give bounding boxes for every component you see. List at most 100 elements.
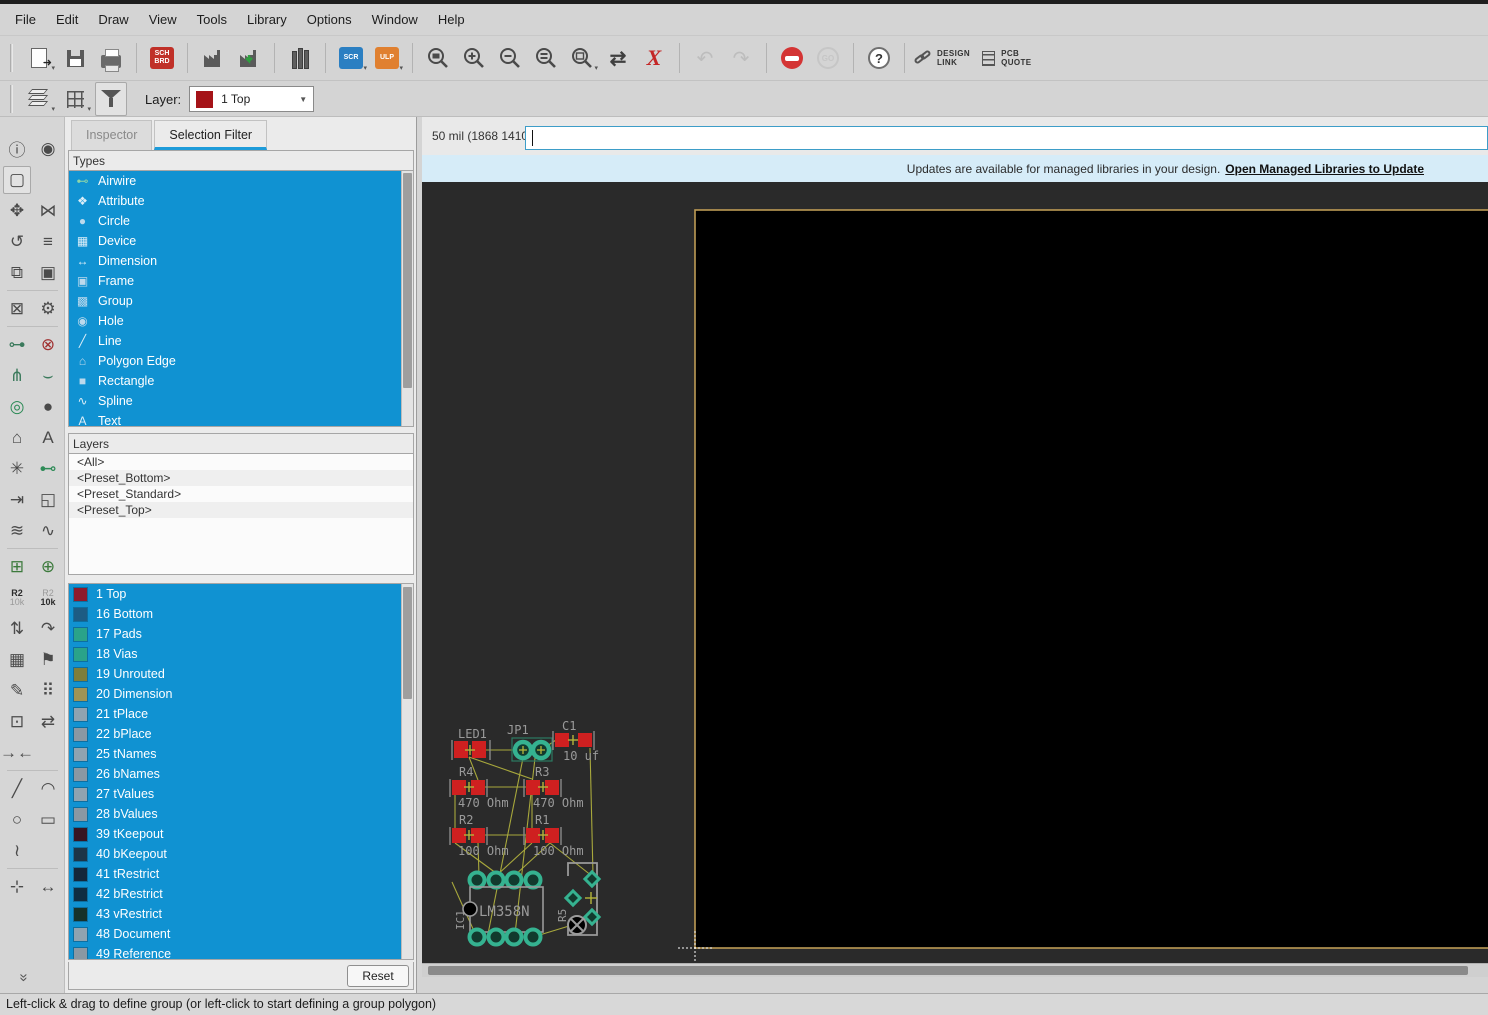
layer-swatch-tkeepout[interactable]	[73, 827, 88, 842]
save-button[interactable]	[59, 41, 91, 75]
type-row-dimension[interactable]: ↔Dimension	[69, 251, 413, 271]
measure-icon[interactable]: ↔	[34, 873, 62, 901]
eye-icon[interactable]: ◉	[34, 135, 62, 163]
layer-row-tkeepout[interactable]: 39 tKeepout	[69, 824, 413, 844]
optimize-icon[interactable]: →←	[3, 739, 31, 767]
tab-selection-filter[interactable]: Selection Filter	[154, 120, 267, 150]
component-r1[interactable]: R1 100 Ohm	[524, 813, 584, 858]
redraw-button[interactable]: ⇄	[602, 41, 634, 75]
layer-swatch-dimension[interactable]	[73, 687, 88, 702]
stop-button[interactable]	[776, 41, 808, 75]
polygon-icon[interactable]: ⌂	[3, 424, 31, 452]
canvas-horizontal-scrollbar[interactable]	[422, 963, 1488, 977]
type-row-frame[interactable]: ▣Frame	[69, 271, 413, 291]
pad-icon[interactable]: ●	[34, 393, 62, 421]
layer-swatch-document[interactable]	[73, 927, 88, 942]
layer-row-vias[interactable]: 18 Vias	[69, 644, 413, 664]
name-tool[interactable]: R210k	[3, 584, 31, 612]
layer-row-bkeepout[interactable]: 40 bKeepout	[69, 844, 413, 864]
zoom-out-button[interactable]	[494, 41, 526, 75]
layer-row-tplace[interactable]: 21 tPlace	[69, 704, 413, 724]
arc-icon[interactable]: ◠	[34, 775, 62, 803]
type-row-text[interactable]: AText	[69, 411, 413, 427]
layer-row-vrestrict[interactable]: 43 vRestrict	[69, 904, 413, 924]
layer-swatch-tnames[interactable]	[73, 747, 88, 762]
layer-swatch-bvalues[interactable]	[73, 807, 88, 822]
type-row-rectangle[interactable]: ■Rectangle	[69, 371, 413, 391]
layer-preset-row[interactable]: <Preset_Top>	[69, 502, 413, 518]
layer-swatch-brestrict[interactable]	[73, 887, 88, 902]
layer-row-unrouted[interactable]: 19 Unrouted	[69, 664, 413, 684]
type-row-group[interactable]: ▩Group	[69, 291, 413, 311]
layer-swatch-bnames[interactable]	[73, 767, 88, 782]
layer-swatch-trestrict[interactable]	[73, 867, 88, 882]
component-led1[interactable]: LED1	[452, 727, 490, 760]
add-gate-icon[interactable]: ⊕	[34, 553, 62, 581]
layer-dropdown[interactable]: 1 Top ▼	[189, 86, 314, 112]
layer-swatch-unrouted[interactable]	[73, 667, 88, 682]
layer-row-trestrict[interactable]: 41 tRestrict	[69, 864, 413, 884]
layer-row-document[interactable]: 48 Document	[69, 924, 413, 944]
rotate-group-icon[interactable]: ↷	[34, 615, 62, 643]
value-tool[interactable]: R210k	[34, 584, 62, 612]
route-airwire-icon[interactable]: ⊶	[3, 331, 31, 359]
layer-preset-row[interactable]: <Preset_Standard>	[69, 486, 413, 502]
layer-preset-row[interactable]: <All>	[69, 454, 413, 470]
reset-button[interactable]: Reset	[347, 965, 409, 987]
menu-library[interactable]: Library	[238, 8, 296, 31]
run-command-button[interactable]: X	[638, 41, 670, 75]
board-outline[interactable]	[695, 210, 1488, 948]
layer-row-bnames[interactable]: 26 bNames	[69, 764, 413, 784]
menu-draw[interactable]: Draw	[89, 8, 137, 31]
types-list[interactable]: ⊷Airwire❖Attribute●Circle▦Device↔Dimensi…	[68, 170, 414, 427]
layer-swatch-vias[interactable]	[73, 647, 88, 662]
cam-processor-button[interactable]	[197, 41, 229, 75]
paste-icon[interactable]: ▣	[34, 259, 62, 287]
redo-button[interactable]: ↷	[725, 41, 757, 75]
mirror-icon[interactable]: ⋈	[34, 197, 62, 225]
types-scrollbar-thumb[interactable]	[403, 173, 412, 388]
layer-presets-list[interactable]: <All><Preset_Bottom><Preset_Standard><Pr…	[68, 453, 414, 575]
layer-swatch-pads[interactable]	[73, 627, 88, 642]
type-row-polygon-edge[interactable]: ⌂Polygon Edge	[69, 351, 413, 371]
wrench-icon[interactable]: ⚙	[34, 295, 62, 323]
miter-icon[interactable]: ⌣	[34, 362, 62, 390]
go-button[interactable]: GO	[812, 41, 844, 75]
layer-row-brestrict[interactable]: 42 bRestrict	[69, 884, 413, 904]
tab-inspector[interactable]: Inspector	[71, 120, 152, 150]
menu-options[interactable]: Options	[298, 8, 361, 31]
swap-icon[interactable]: ⇄	[34, 708, 62, 736]
ratsnest-icon[interactable]: ✳	[3, 455, 31, 483]
layer-row-bvalues[interactable]: 28 bValues	[69, 804, 413, 824]
open-managed-libraries-link[interactable]: Open Managed Libraries to Update	[1225, 162, 1424, 176]
group-select-tool[interactable]: ▢	[3, 166, 31, 194]
help-button[interactable]: ?	[863, 41, 895, 75]
layer-row-tvalues[interactable]: 27 tValues	[69, 784, 413, 804]
rotate-icon[interactable]: ↺	[3, 228, 31, 256]
layer-swatch-top[interactable]	[73, 587, 88, 602]
zoom-fit-button[interactable]	[422, 41, 454, 75]
grid-button[interactable]: ▾	[59, 82, 91, 116]
layer-swatch-vrestrict[interactable]	[73, 907, 88, 922]
pinswap-icon[interactable]: ⇅	[3, 615, 31, 643]
move-icon[interactable]: ✥	[3, 197, 31, 225]
layer-row-pads[interactable]: 17 Pads	[69, 624, 413, 644]
undo-button[interactable]: ↶	[689, 41, 721, 75]
layer-color-list[interactable]: 1 Top16 Bottom17 Pads18 Vias19 Unrouted2…	[68, 583, 414, 960]
layer-row-bottom[interactable]: 16 Bottom	[69, 604, 413, 624]
group-dots-icon[interactable]: ⠿	[34, 677, 62, 705]
menu-view[interactable]: View	[140, 8, 186, 31]
expand-tools-icon[interactable]: »	[16, 973, 33, 981]
add-part-icon[interactable]: ⊞	[3, 553, 31, 581]
component-ic1[interactable]: LM358N IC1	[454, 873, 543, 945]
layers-scrollbar-thumb[interactable]	[403, 587, 412, 699]
replace-icon[interactable]: ▦	[3, 646, 31, 674]
component-r5[interactable]: R5	[556, 863, 599, 935]
type-row-airwire[interactable]: ⊷Airwire	[69, 171, 413, 191]
wave-icon[interactable]: ∿	[34, 517, 62, 545]
polygon-void-icon[interactable]: ◱	[34, 486, 62, 514]
type-row-device[interactable]: ▦Device	[69, 231, 413, 251]
cam-output-button[interactable]	[233, 41, 265, 75]
circle-icon[interactable]: ○	[3, 806, 31, 834]
type-row-hole[interactable]: ◉Hole	[69, 311, 413, 331]
